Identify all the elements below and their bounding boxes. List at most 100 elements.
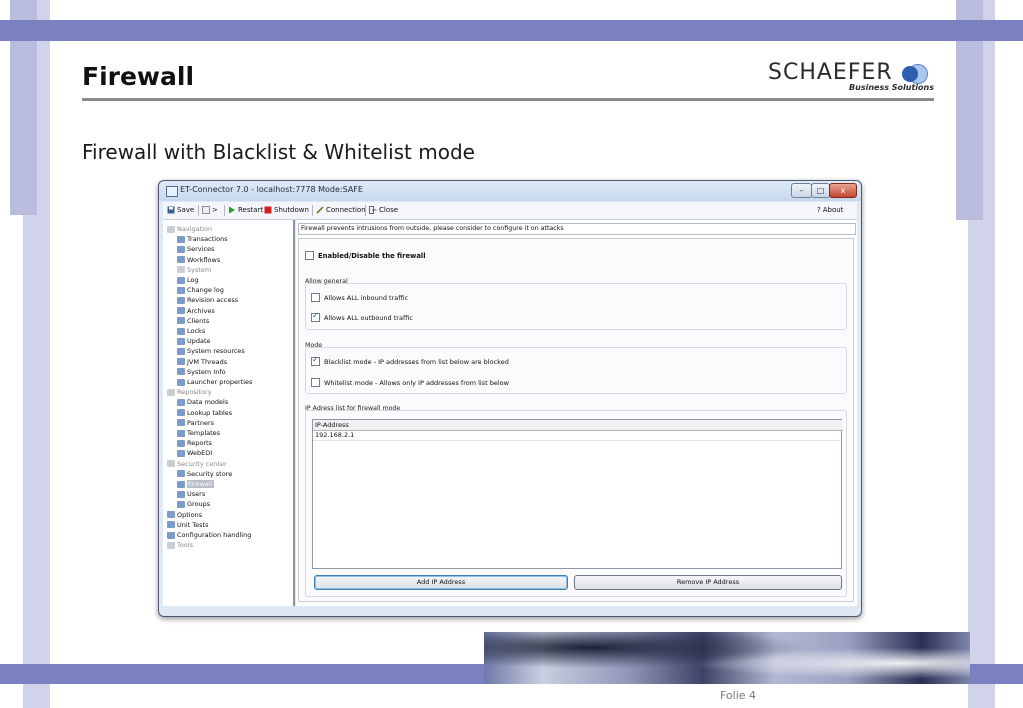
tree-item-label: System xyxy=(187,265,212,274)
tree-item[interactable]: Configuration handling xyxy=(167,530,251,540)
tree-item[interactable]: Repository xyxy=(167,387,212,397)
tree-item[interactable]: Update xyxy=(177,336,211,346)
enable-firewall-row: Enabled/Disable the firewall xyxy=(305,251,426,260)
tree-item[interactable]: Workflows xyxy=(177,255,220,265)
system-icon xyxy=(177,266,185,274)
tree-item[interactable]: Revision access xyxy=(177,295,238,305)
tree-item-label: Unit Tests xyxy=(177,520,209,529)
tree-item[interactable]: Transactions xyxy=(177,234,228,244)
whitelist-checkbox[interactable] xyxy=(311,378,320,387)
workflows-icon xyxy=(177,256,185,264)
inbound-checkbox[interactable] xyxy=(311,293,320,302)
tree-item[interactable]: Archives xyxy=(177,306,215,316)
tree-item-label: WebEDI xyxy=(187,449,213,458)
ip-column-header[interactable]: IP-Address xyxy=(313,420,843,431)
tree-item[interactable]: Tools xyxy=(167,540,193,550)
tree-item[interactable]: Change log xyxy=(177,285,224,295)
tree-item[interactable]: Options xyxy=(167,510,202,520)
tree-item[interactable]: Partners xyxy=(177,418,214,428)
tree-item[interactable]: Services xyxy=(177,244,214,254)
transactions-icon xyxy=(177,235,185,243)
firewall-icon xyxy=(177,480,185,488)
lookup-icon xyxy=(177,409,185,417)
close-button[interactable]: Close xyxy=(369,206,398,214)
console-icon xyxy=(202,206,210,214)
tree-item[interactable]: Log xyxy=(177,275,199,285)
outbound-checkbox[interactable] xyxy=(311,311,320,322)
info-icon xyxy=(177,378,185,386)
tree-item-label: Update xyxy=(187,337,211,346)
toolbar: Save > Restart Shutdown Connection Close… xyxy=(163,202,857,220)
app-window: ET-Connector 7.0 - localhost:7778 Mode:S… xyxy=(158,180,862,617)
users-icon xyxy=(177,490,185,498)
tree-item-label: Lookup tables xyxy=(187,408,233,417)
tree-item[interactable]: Clients xyxy=(177,316,209,326)
tree-item[interactable]: System Info xyxy=(177,367,226,377)
blacklist-row: Blacklist mode - IP addresses from list … xyxy=(311,355,509,366)
minimize-button[interactable]: – xyxy=(791,183,812,198)
tree-item[interactable]: Launcher properties xyxy=(177,377,252,387)
stop-icon xyxy=(264,206,272,214)
tree-item[interactable]: Unit Tests xyxy=(167,520,208,530)
tree-item[interactable]: Users xyxy=(177,489,205,499)
shutdown-label: Shutdown xyxy=(274,206,309,214)
tree-item-label: Launcher properties xyxy=(187,378,253,386)
add-ip-button[interactable]: Add IP Address xyxy=(314,575,568,590)
ip-table-row[interactable]: 192.168.2.1 xyxy=(313,431,841,441)
restart-label: Restart xyxy=(238,206,264,214)
enable-firewall-checkbox[interactable] xyxy=(305,251,314,260)
repository-icon xyxy=(167,388,175,396)
tree-item[interactable]: System resources xyxy=(177,346,245,356)
tree-item[interactable]: Lookup tables xyxy=(177,408,232,418)
templates-icon xyxy=(177,429,185,437)
connection-icon xyxy=(316,206,324,214)
close-label: Close xyxy=(379,206,399,214)
exit-icon xyxy=(369,206,377,214)
save-label: Save xyxy=(177,206,195,214)
tree-item[interactable]: System xyxy=(177,265,211,275)
info-icon xyxy=(177,368,185,376)
tree-item-label: Groups xyxy=(187,500,211,509)
home-icon xyxy=(167,225,175,233)
tree-item[interactable]: WebEDI xyxy=(177,448,212,458)
window-titlebar[interactable]: ET-Connector 7.0 - localhost:7778 Mode:S… xyxy=(159,181,861,201)
tree-item[interactable]: Navigation xyxy=(167,224,212,234)
webedi-icon xyxy=(177,449,185,457)
tree-item-label: Tools xyxy=(177,541,194,550)
tree-item[interactable]: JVM Threads xyxy=(177,357,227,367)
tree-item[interactable]: Security center xyxy=(167,459,227,469)
toolbar-separator xyxy=(198,205,199,216)
top-band xyxy=(0,20,1023,41)
info-message: Firewall prevents intrusions from outsid… xyxy=(298,223,856,235)
log-icon xyxy=(177,276,185,284)
about-button[interactable]: ? About xyxy=(817,206,843,214)
datamodels-icon xyxy=(177,398,185,406)
remove-ip-button[interactable]: Remove IP Address xyxy=(574,575,842,590)
connection-button[interactable]: Connection xyxy=(316,206,366,214)
save-button[interactable]: Save xyxy=(167,206,194,214)
tree-item[interactable]: Groups xyxy=(177,499,210,509)
tree-item[interactable]: Locks xyxy=(177,326,205,336)
maximize-button[interactable]: □ xyxy=(811,183,830,198)
blacklist-checkbox[interactable] xyxy=(311,355,320,366)
restart-button[interactable]: Restart xyxy=(228,206,263,214)
tree-item[interactable]: Templates xyxy=(177,428,220,438)
tree-item[interactable]: Security store xyxy=(177,469,232,479)
tree-item-label: Security store xyxy=(187,469,233,478)
tree-item-label: Firewall xyxy=(187,480,214,488)
whitelist-row: Whitelist mode - Allows only IP addresse… xyxy=(311,378,509,387)
shutdown-button[interactable]: Shutdown xyxy=(264,206,309,214)
firewall-panel: Firewall prevents intrusions from outsid… xyxy=(296,220,857,606)
about-label: About xyxy=(822,206,844,214)
console-button[interactable]: > xyxy=(202,206,218,214)
tree-item[interactable]: Reports xyxy=(177,438,212,448)
tree-item[interactable]: Firewall xyxy=(177,479,214,489)
tree-item-label: System resources xyxy=(187,347,245,356)
close-window-button[interactable]: x xyxy=(829,183,857,198)
ip-address-table[interactable]: IP-Address 192.168.2.1 xyxy=(312,419,843,569)
logo-tagline: Business Solutions xyxy=(849,83,934,92)
tree-item[interactable]: Data models xyxy=(177,397,228,407)
toolbar-separator xyxy=(312,205,313,216)
tree-item-label: Change log xyxy=(187,286,224,295)
tree-item-label: Archives xyxy=(187,306,215,315)
